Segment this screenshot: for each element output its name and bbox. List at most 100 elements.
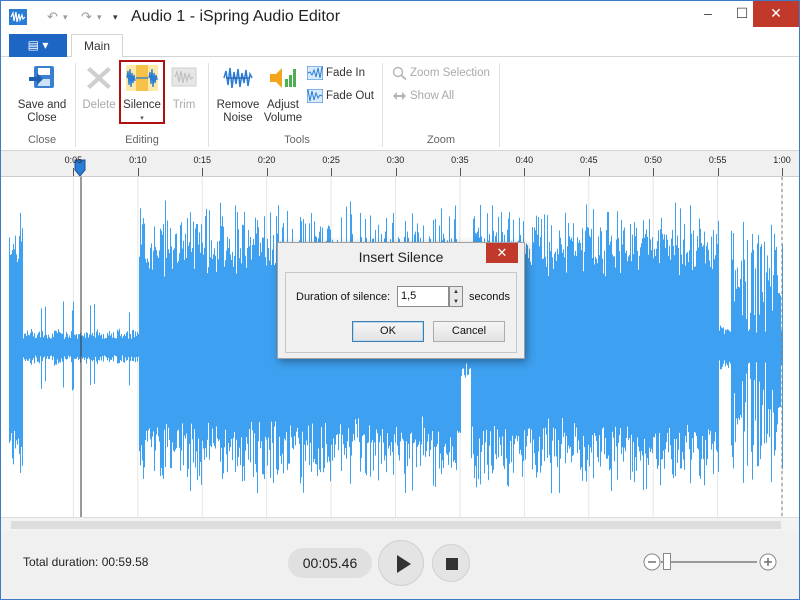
show-all-button[interactable]: Show All [392, 88, 454, 106]
group-label-zoom: Zoom [426, 134, 456, 146]
ribbon-separator [208, 63, 209, 147]
ok-button[interactable]: OK [352, 321, 424, 342]
fade-in-button[interactable]: Fade In [307, 65, 365, 83]
redo-icon[interactable]: ↷ [81, 9, 92, 25]
zoom-slider-track[interactable] [661, 561, 757, 563]
scrollbar-thumb[interactable] [11, 521, 781, 529]
undo-icon[interactable]: ↶ [47, 9, 58, 25]
group-label-editing: Editing [125, 134, 159, 146]
redo-dropdown-icon[interactable]: ▾ [97, 12, 102, 23]
fade-in-icon [307, 65, 323, 80]
ribbon-tab-row: ▤ ▾ Main [1, 33, 799, 58]
timeline-tick [137, 168, 139, 176]
ribbon-separator [499, 63, 500, 147]
horizontal-scrollbar[interactable] [1, 517, 799, 531]
silence-dropdown-icon[interactable]: ▾ [121, 112, 163, 125]
trim-icon [171, 67, 197, 87]
timeline-tick-label: 0:25 [322, 155, 340, 165]
remove-noise-label-1: Remove [216, 99, 260, 111]
timeline-tick-label: 0:20 [257, 155, 276, 165]
cancel-button[interactable]: Cancel [433, 321, 505, 342]
group-label-close: Close [27, 134, 57, 146]
timeline-tick-label: 1:00 [773, 155, 791, 165]
delete-icon [87, 67, 111, 89]
current-time-display: 00:05.46 [288, 548, 372, 578]
duration-spinner[interactable]: ▲ ▼ [449, 286, 463, 307]
delete-label: Delete [82, 99, 116, 111]
spin-up-icon[interactable]: ▲ [450, 287, 462, 297]
timeline-tick-label: 0:50 [644, 155, 662, 165]
timeline-tick [782, 168, 783, 176]
duration-unit: seconds [469, 291, 510, 303]
timeline-tick [331, 168, 333, 176]
timeline-tick [524, 168, 526, 176]
fade-out-icon [307, 88, 323, 103]
total-duration: Total duration: 00:59.58 [23, 555, 149, 569]
window-title: Audio 1 - iSpring Audio Editor [131, 8, 341, 25]
timeline-tick-label: 0:45 [579, 155, 598, 165]
app-icon [9, 9, 27, 25]
timeline-tick-label: 0:15 [193, 155, 212, 165]
fade-out-label: Fade Out [326, 90, 374, 102]
close-window-button[interactable]: ✕ [753, 1, 799, 27]
timeline-tick-label: 0:05 [64, 155, 83, 165]
play-button[interactable] [378, 540, 424, 586]
silence-waveform-icon [126, 65, 158, 91]
timeline-tick [73, 168, 75, 176]
duration-input[interactable]: 1,5 [397, 286, 449, 307]
timeline-tick [717, 168, 719, 176]
undo-dropdown-icon[interactable]: ▾ [63, 12, 68, 23]
minimize-button[interactable]: ‒ [691, 1, 725, 27]
timeline-tick-label: 0:40 [515, 155, 534, 165]
save-and-close-label-2: Close [27, 112, 57, 124]
ribbon-separator [75, 63, 76, 147]
zoom-selection-icon [392, 66, 407, 80]
trim-button[interactable]: Trim [167, 63, 201, 112]
zoom-selection-button[interactable]: Zoom Selection [392, 65, 490, 83]
timeline-tick-label: 0:55 [708, 155, 727, 165]
show-all-label: Show All [410, 90, 455, 102]
save-and-close-label-1: Save and [17, 99, 67, 111]
duration-label: Duration of silence: [296, 291, 391, 303]
save-close-icon [29, 66, 54, 88]
remove-noise-button[interactable]: Remove Noise [215, 63, 261, 125]
timeline-tick-label: 0:30 [386, 155, 405, 165]
fade-in-label: Fade In [326, 67, 365, 79]
silence-label: Silence [123, 99, 161, 111]
zoom-selection-label: Zoom Selection [410, 67, 490, 79]
remove-noise-label-2: Noise [223, 112, 253, 124]
timeline-tick-label: 0:35 [451, 155, 469, 165]
fade-out-button[interactable]: Fade Out [307, 88, 374, 106]
timeline-tick [266, 168, 268, 176]
title-bar: ↶ ▾ ↷ ▾ ▾ Audio 1 - iSpring Audio Editor… [1, 1, 799, 33]
ribbon-separator [382, 63, 383, 147]
zoom-in-icon[interactable] [759, 553, 777, 571]
adjust-volume-label-1: Adjust [267, 99, 299, 111]
zoom-out-icon[interactable] [643, 553, 661, 571]
adjust-volume-button[interactable]: Adjust Volume [261, 63, 305, 125]
customize-toolbar-icon[interactable]: ▾ [113, 12, 118, 23]
menu-icon: ▤ ▾ [27, 38, 49, 52]
tab-main[interactable]: Main [71, 34, 123, 58]
remove-noise-icon [223, 67, 253, 89]
zoom-slider-thumb[interactable] [663, 553, 671, 570]
show-all-icon [393, 91, 406, 100]
dialog-body: Duration of silence: 1,5 ▲ ▼ seconds OK … [285, 272, 517, 353]
stop-button[interactable] [432, 544, 470, 582]
timeline-tick [395, 168, 397, 176]
playback-bar: Total duration: 00:59.58 00:05.46 [1, 531, 799, 599]
app-window: ↶ ▾ ↷ ▾ ▾ Audio 1 - iSpring Audio Editor… [0, 0, 800, 600]
timeline-ruler[interactable]: 0:05 0:10 0:15 0:20 0:25 0:30 0:35 0:40 0:45 0:50… [1, 151, 799, 177]
silence-button[interactable]: Silence ▾ [121, 63, 163, 125]
delete-button[interactable]: Delete [81, 63, 117, 112]
spin-down-icon[interactable]: ▼ [450, 297, 462, 307]
ribbon: Save and Close Close Delete Silence ▾ Tr… [1, 57, 799, 151]
timeline-tick-label: 0:10 [129, 155, 147, 165]
play-icon [397, 555, 411, 573]
save-and-close-button[interactable]: Save and Close [15, 63, 69, 125]
timeline-tick [459, 168, 461, 176]
file-menu-button[interactable]: ▤ ▾ [9, 34, 67, 57]
dialog-close-button[interactable]: ✕ [486, 243, 518, 263]
trim-label: Trim [172, 99, 196, 111]
adjust-volume-label-2: Volume [263, 112, 303, 124]
